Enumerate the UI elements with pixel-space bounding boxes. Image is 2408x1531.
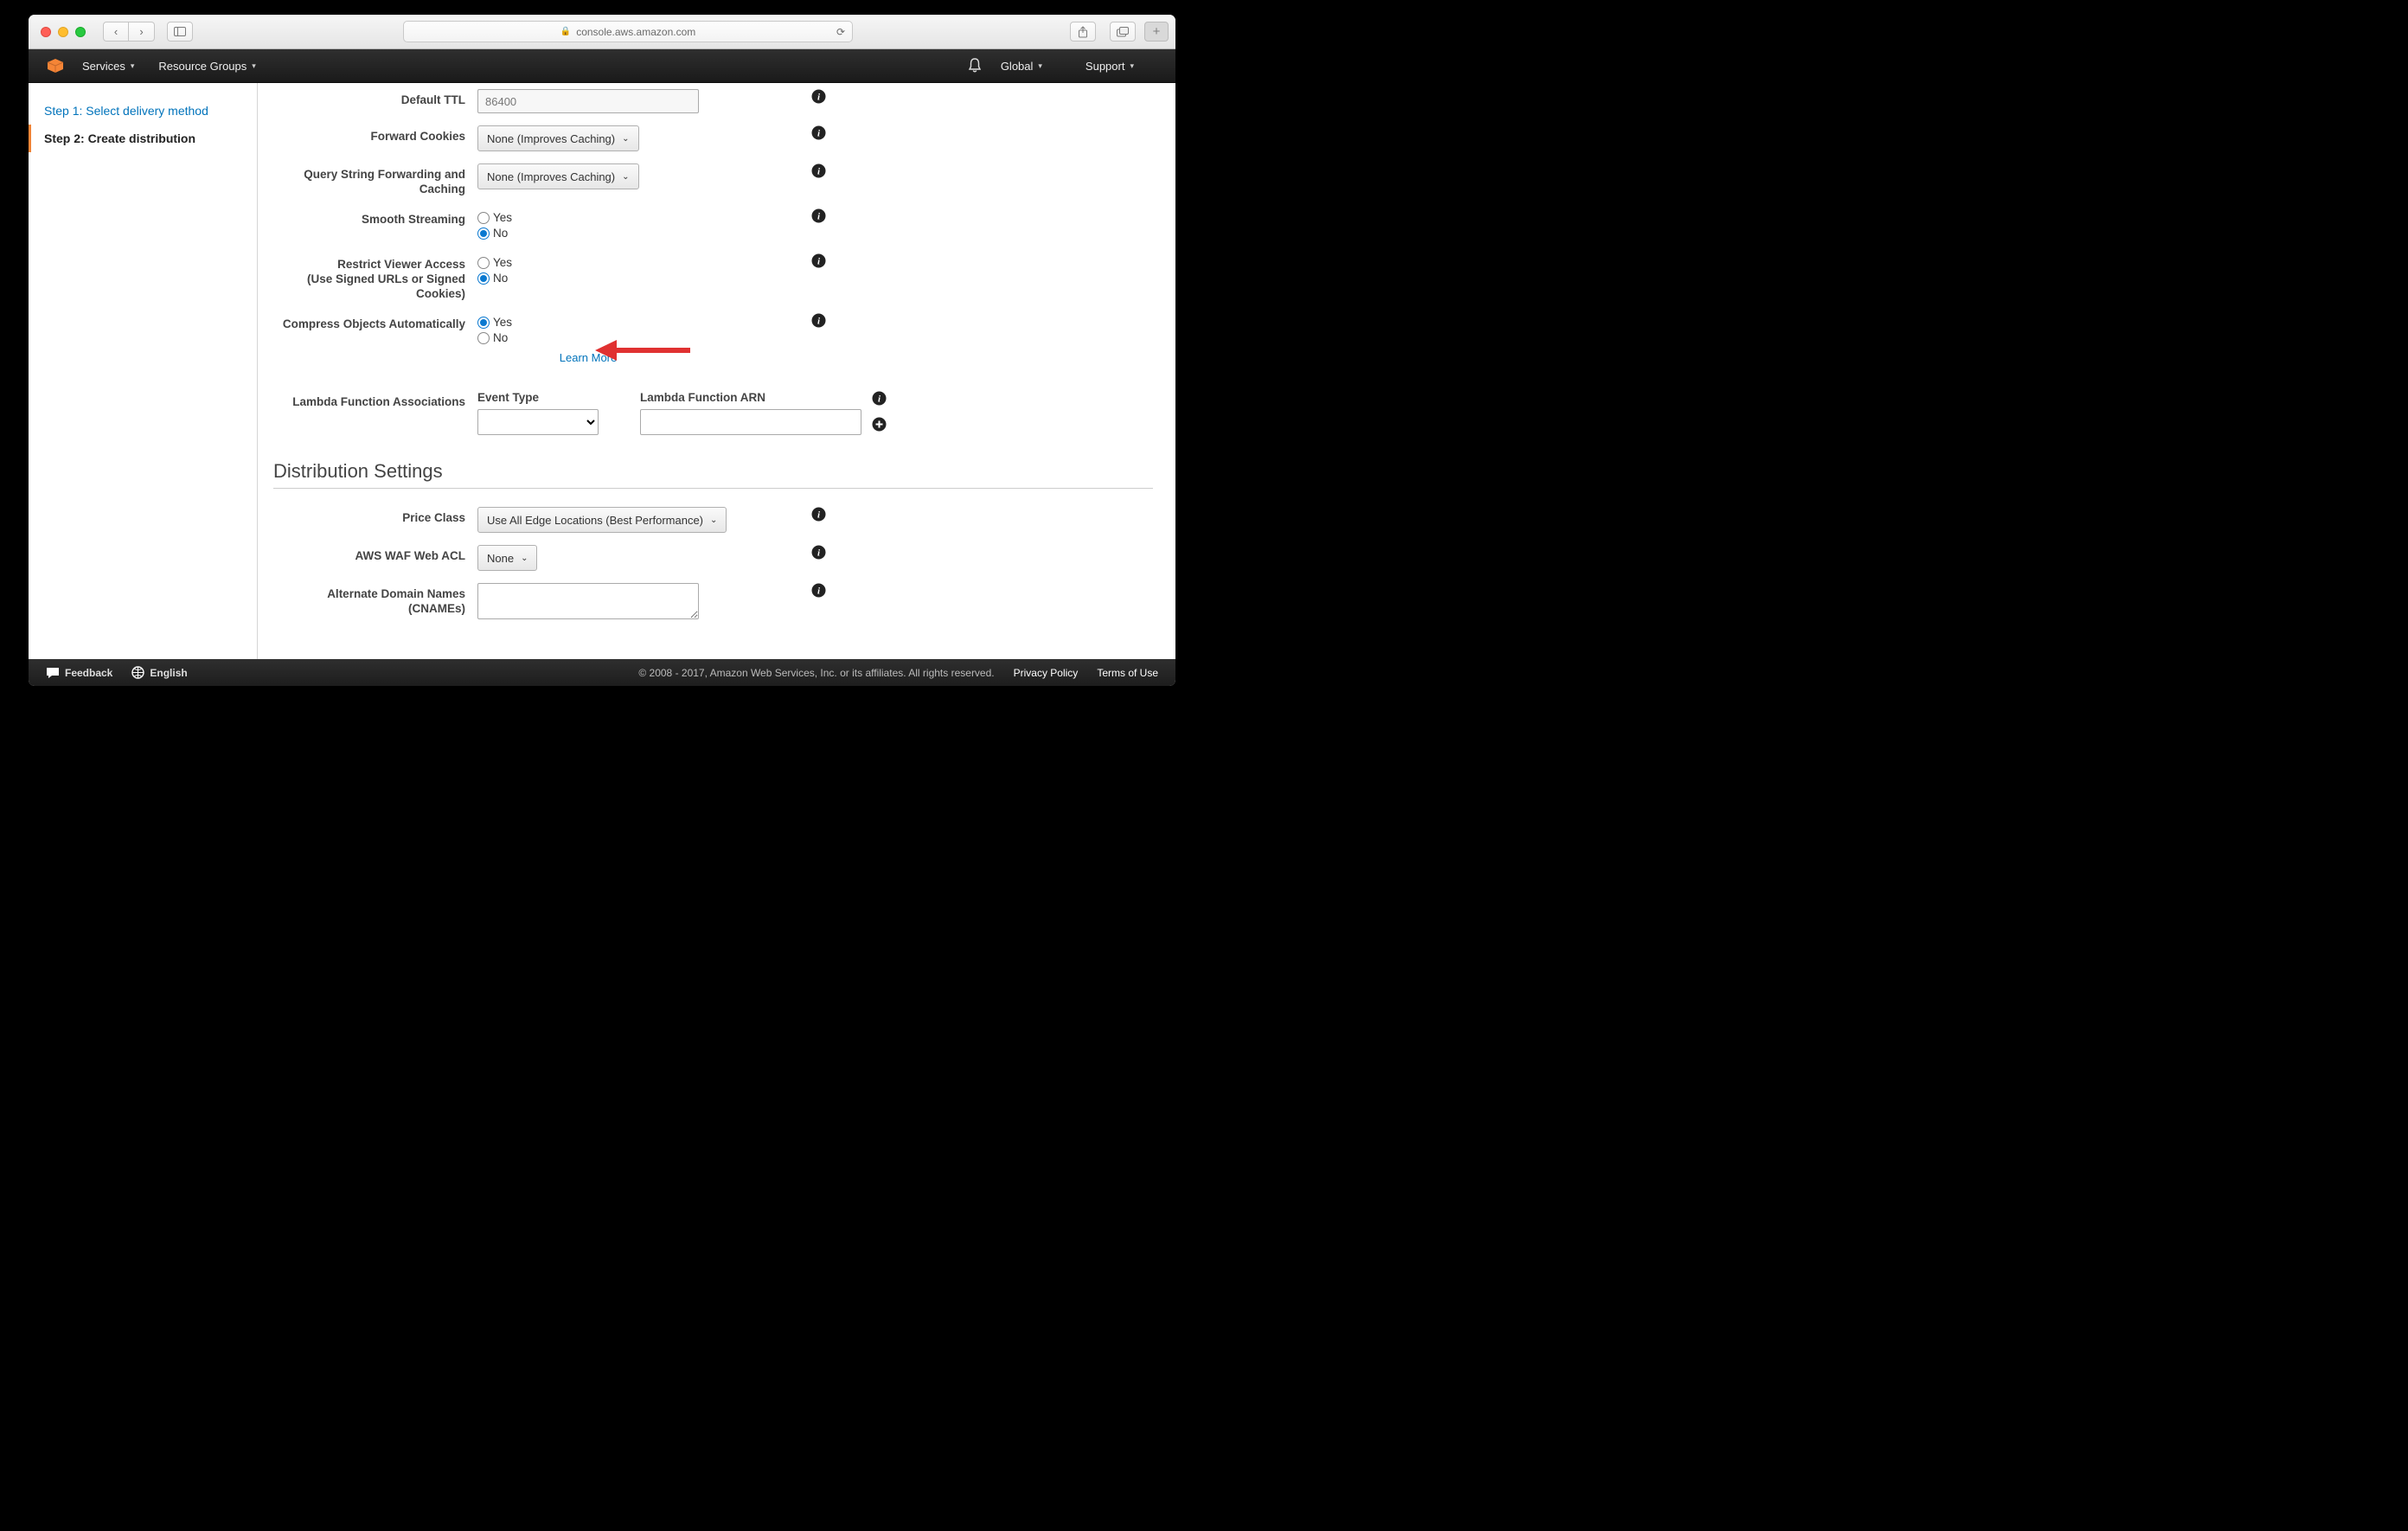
- resource-groups-label: Resource Groups: [158, 60, 247, 73]
- support-label: Support: [1086, 60, 1125, 73]
- forward-cookies-value: None (Improves Caching): [487, 132, 615, 145]
- region-label: Global: [1001, 60, 1034, 73]
- new-tab-button[interactable]: +: [1144, 22, 1169, 42]
- wizard-sidebar: Step 1: Select delivery method Step 2: C…: [29, 83, 258, 659]
- feedback-link[interactable]: Feedback: [46, 667, 112, 679]
- info-icon[interactable]: i: [811, 507, 827, 522]
- default-ttl-input[interactable]: [477, 89, 699, 113]
- cname-textarea[interactable]: [477, 583, 699, 619]
- restrict-viewer-yes-radio[interactable]: [477, 257, 490, 269]
- chevron-down-icon: ⌄: [622, 172, 629, 182]
- smooth-streaming-no-radio[interactable]: [477, 227, 490, 240]
- copyright-text: © 2008 - 2017, Amazon Web Services, Inc.…: [638, 667, 994, 679]
- aws-logo-icon[interactable]: [46, 56, 65, 75]
- forward-cookies-label: Forward Cookies: [273, 125, 477, 151]
- info-icon[interactable]: i: [811, 313, 827, 329]
- lambda-arn-header: Lambda Function ARN: [640, 391, 861, 409]
- info-icon[interactable]: i: [811, 125, 827, 141]
- services-menu[interactable]: Services ▾: [82, 60, 134, 73]
- radio-yes-label: Yes: [493, 210, 512, 226]
- sidebar-toggle-button[interactable]: [167, 22, 193, 42]
- close-window-button[interactable]: [41, 27, 51, 37]
- terms-of-use-link[interactable]: Terms of Use: [1097, 667, 1158, 679]
- url-text: console.aws.amazon.com: [576, 26, 695, 38]
- query-string-label: Query String Forwarding and Caching: [273, 163, 477, 196]
- info-icon[interactable]: i: [811, 163, 827, 179]
- radio-yes-label: Yes: [493, 255, 512, 271]
- waf-label: AWS WAF Web ACL: [273, 545, 477, 571]
- wizard-step-2-label: Step 2: Create distribution: [44, 131, 195, 145]
- learn-more-link[interactable]: Learn More: [560, 351, 617, 364]
- wizard-step-1-link[interactable]: Step 1: Select delivery method: [44, 104, 208, 118]
- chevron-down-icon: ▾: [1038, 61, 1042, 71]
- compress-no-radio[interactable]: [477, 332, 490, 344]
- waf-value: None: [487, 552, 514, 565]
- info-icon[interactable]: i: [811, 253, 827, 269]
- language-selector[interactable]: English: [131, 666, 187, 679]
- wizard-step-2[interactable]: Step 2: Create distribution: [29, 125, 257, 152]
- lambda-assoc-label: Lambda Function Associations: [273, 391, 477, 435]
- price-class-value: Use All Edge Locations (Best Performance…: [487, 514, 703, 527]
- radio-yes-label: Yes: [493, 315, 512, 330]
- restrict-viewer-label: Restrict Viewer Access (Use Signed URLs …: [273, 253, 477, 301]
- minimize-window-button[interactable]: [58, 27, 68, 37]
- language-label: English: [150, 667, 187, 679]
- chevron-down-icon: ▾: [1130, 61, 1134, 71]
- main-content: Default TTL i Forward Cookies None (Impr…: [258, 83, 1175, 659]
- aws-footer: Feedback English © 2008 - 2017, Amazon W…: [29, 659, 1175, 686]
- distribution-settings-heading: Distribution Settings: [273, 448, 1153, 489]
- chevron-down-icon: ⌄: [521, 554, 528, 563]
- lambda-event-type-header: Event Type: [477, 391, 599, 409]
- radio-no-label: No: [493, 226, 508, 241]
- services-label: Services: [82, 60, 125, 73]
- url-bar[interactable]: 🔒 console.aws.amazon.com ⟳: [403, 21, 853, 42]
- aws-header: Services ▾ Resource Groups ▾ Global ▾ Su…: [29, 49, 1175, 83]
- default-ttl-label: Default TTL: [273, 89, 477, 113]
- radio-no-label: No: [493, 271, 508, 286]
- chevron-down-icon: ▾: [252, 61, 256, 71]
- lambda-arn-input[interactable]: [640, 409, 861, 435]
- info-icon[interactable]: i: [872, 391, 887, 407]
- query-string-value: None (Improves Caching): [487, 170, 615, 183]
- forward-cookies-select[interactable]: None (Improves Caching) ⌄: [477, 125, 639, 151]
- feedback-label: Feedback: [65, 667, 112, 679]
- window-controls: [35, 27, 91, 37]
- forward-button[interactable]: ›: [129, 22, 155, 42]
- back-button[interactable]: ‹: [103, 22, 129, 42]
- share-button[interactable]: [1070, 22, 1096, 42]
- restrict-viewer-no-radio[interactable]: [477, 272, 490, 285]
- lock-icon: 🔒: [560, 27, 571, 36]
- price-class-label: Price Class: [273, 507, 477, 533]
- query-string-select[interactable]: None (Improves Caching) ⌄: [477, 163, 639, 189]
- info-icon[interactable]: i: [811, 208, 827, 224]
- info-icon[interactable]: i: [811, 545, 827, 561]
- radio-no-label: No: [493, 330, 508, 346]
- lambda-event-type-select[interactable]: [477, 409, 599, 435]
- resource-groups-menu[interactable]: Resource Groups ▾: [158, 60, 255, 73]
- smooth-streaming-label: Smooth Streaming: [273, 208, 477, 241]
- reload-icon[interactable]: ⟳: [836, 26, 845, 38]
- waf-select[interactable]: None ⌄: [477, 545, 537, 571]
- cname-label: Alternate Domain Names (CNAMEs): [273, 583, 477, 622]
- privacy-policy-link[interactable]: Privacy Policy: [1014, 667, 1079, 679]
- compress-objects-label: Compress Objects Automatically: [273, 313, 477, 364]
- info-icon[interactable]: i: [811, 89, 827, 105]
- info-icon[interactable]: i: [811, 583, 827, 599]
- notifications-icon[interactable]: [968, 58, 982, 74]
- chevron-down-icon: ⌄: [622, 134, 629, 144]
- add-icon[interactable]: [872, 417, 887, 432]
- region-menu[interactable]: Global ▾: [1001, 60, 1042, 73]
- price-class-select[interactable]: Use All Edge Locations (Best Performance…: [477, 507, 727, 533]
- maximize-window-button[interactable]: [75, 27, 86, 37]
- chevron-down-icon: ⌄: [710, 516, 717, 525]
- support-menu[interactable]: Support ▾: [1086, 60, 1134, 73]
- wizard-step-1[interactable]: Step 1: Select delivery method: [29, 97, 257, 125]
- browser-titlebar: ‹ › 🔒 console.aws.amazon.com ⟳ +: [29, 15, 1175, 49]
- compress-yes-radio[interactable]: [477, 317, 490, 329]
- smooth-streaming-yes-radio[interactable]: [477, 212, 490, 224]
- tabs-button[interactable]: [1110, 22, 1136, 42]
- chevron-down-icon: ▾: [131, 61, 135, 71]
